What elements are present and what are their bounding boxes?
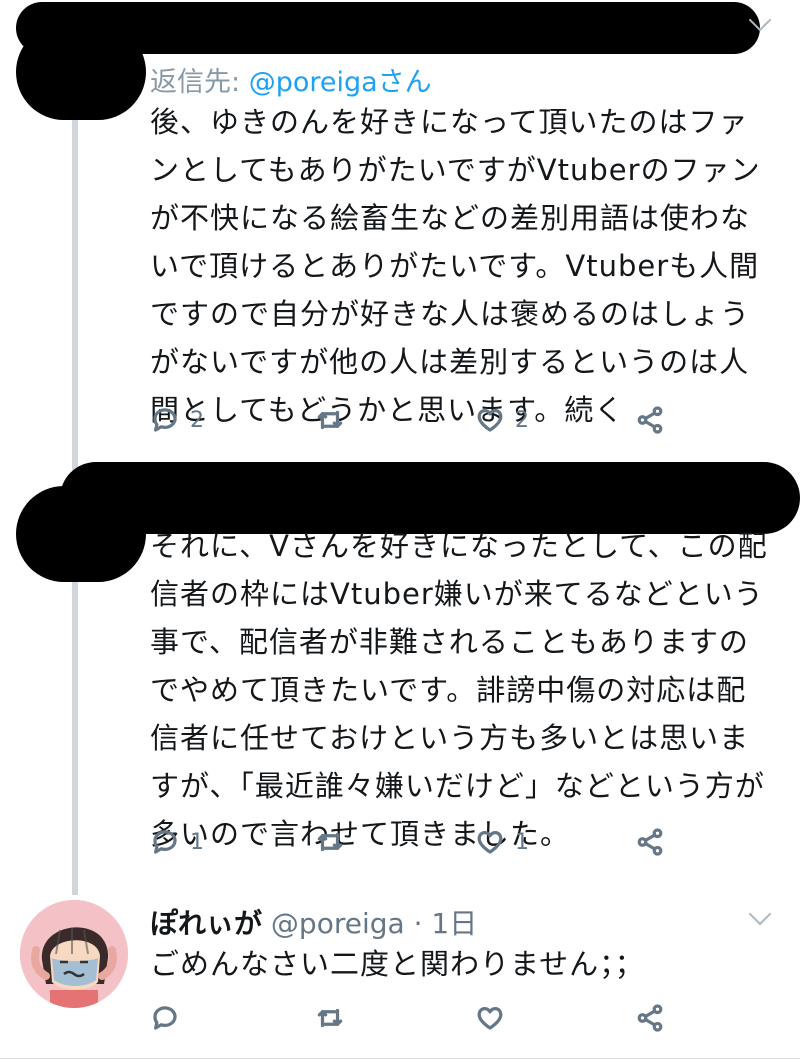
tweet-text: 後、ゆきのんを好きになって頂いたのはファンとしてもありがたいですがVtuberの…	[150, 105, 761, 427]
like-count: 2	[515, 407, 529, 433]
share-button[interactable]	[635, 822, 665, 862]
retweet-icon	[317, 410, 343, 430]
like-icon	[477, 409, 503, 432]
timestamp[interactable]: 1日	[431, 907, 477, 940]
like-count: 1	[515, 829, 529, 855]
avatar[interactable]	[20, 900, 128, 1008]
share-icon	[637, 1004, 663, 1032]
reply-button[interactable]	[150, 998, 180, 1038]
tweet-actions	[150, 998, 670, 1038]
like-button[interactable]: 2	[475, 400, 529, 440]
display-name[interactable]: ぽれぃが	[150, 907, 262, 940]
tweet-text: それに、Vさんを好きになったとして、この配信者の枠にはVtuber嫌いが来てるな…	[150, 529, 768, 851]
separator-dot: ·	[413, 907, 423, 940]
retweet-button[interactable]	[315, 400, 345, 440]
like-button[interactable]: 1	[475, 822, 529, 862]
chevron-down-icon[interactable]	[748, 902, 772, 926]
share-icon	[637, 828, 663, 856]
tweet-actions: 2 2	[150, 400, 670, 440]
retweet-icon	[317, 1008, 343, 1028]
reply-count: 2	[190, 407, 204, 433]
reply-icon	[153, 830, 177, 854]
reply-icon	[153, 408, 177, 432]
redaction-mark	[16, 486, 146, 582]
share-button[interactable]	[635, 998, 665, 1038]
redaction-mark	[16, 24, 146, 120]
like-icon	[477, 831, 503, 854]
avatar-illustration	[20, 900, 128, 1008]
reply-count: 1	[190, 829, 204, 855]
share-icon	[637, 406, 663, 434]
reply-handle-link[interactable]: @poreigaさん	[249, 67, 432, 98]
tweet-actions: 1 1	[150, 822, 670, 862]
tweet-text: ごめんなさい二度と関わりません；；	[150, 947, 645, 981]
like-button[interactable]	[475, 998, 505, 1038]
reply-prefix: 返信先:	[150, 67, 241, 98]
retweet-button[interactable]	[315, 998, 345, 1038]
user-handle[interactable]: @poreiga	[271, 907, 405, 940]
share-button[interactable]	[635, 400, 665, 440]
reply-button[interactable]: 1	[150, 822, 204, 862]
like-icon	[477, 1007, 503, 1030]
divider	[0, 1058, 800, 1059]
reply-icon	[153, 1006, 177, 1030]
reply-button[interactable]: 2	[150, 400, 204, 440]
thread-line	[72, 30, 78, 895]
reply-to-label: 返信先: @poreigaさん	[150, 60, 432, 99]
tweet-header: ぽれぃが @poreiga · 1日	[150, 902, 477, 942]
retweet-icon	[317, 832, 343, 852]
retweet-button[interactable]	[315, 822, 345, 862]
